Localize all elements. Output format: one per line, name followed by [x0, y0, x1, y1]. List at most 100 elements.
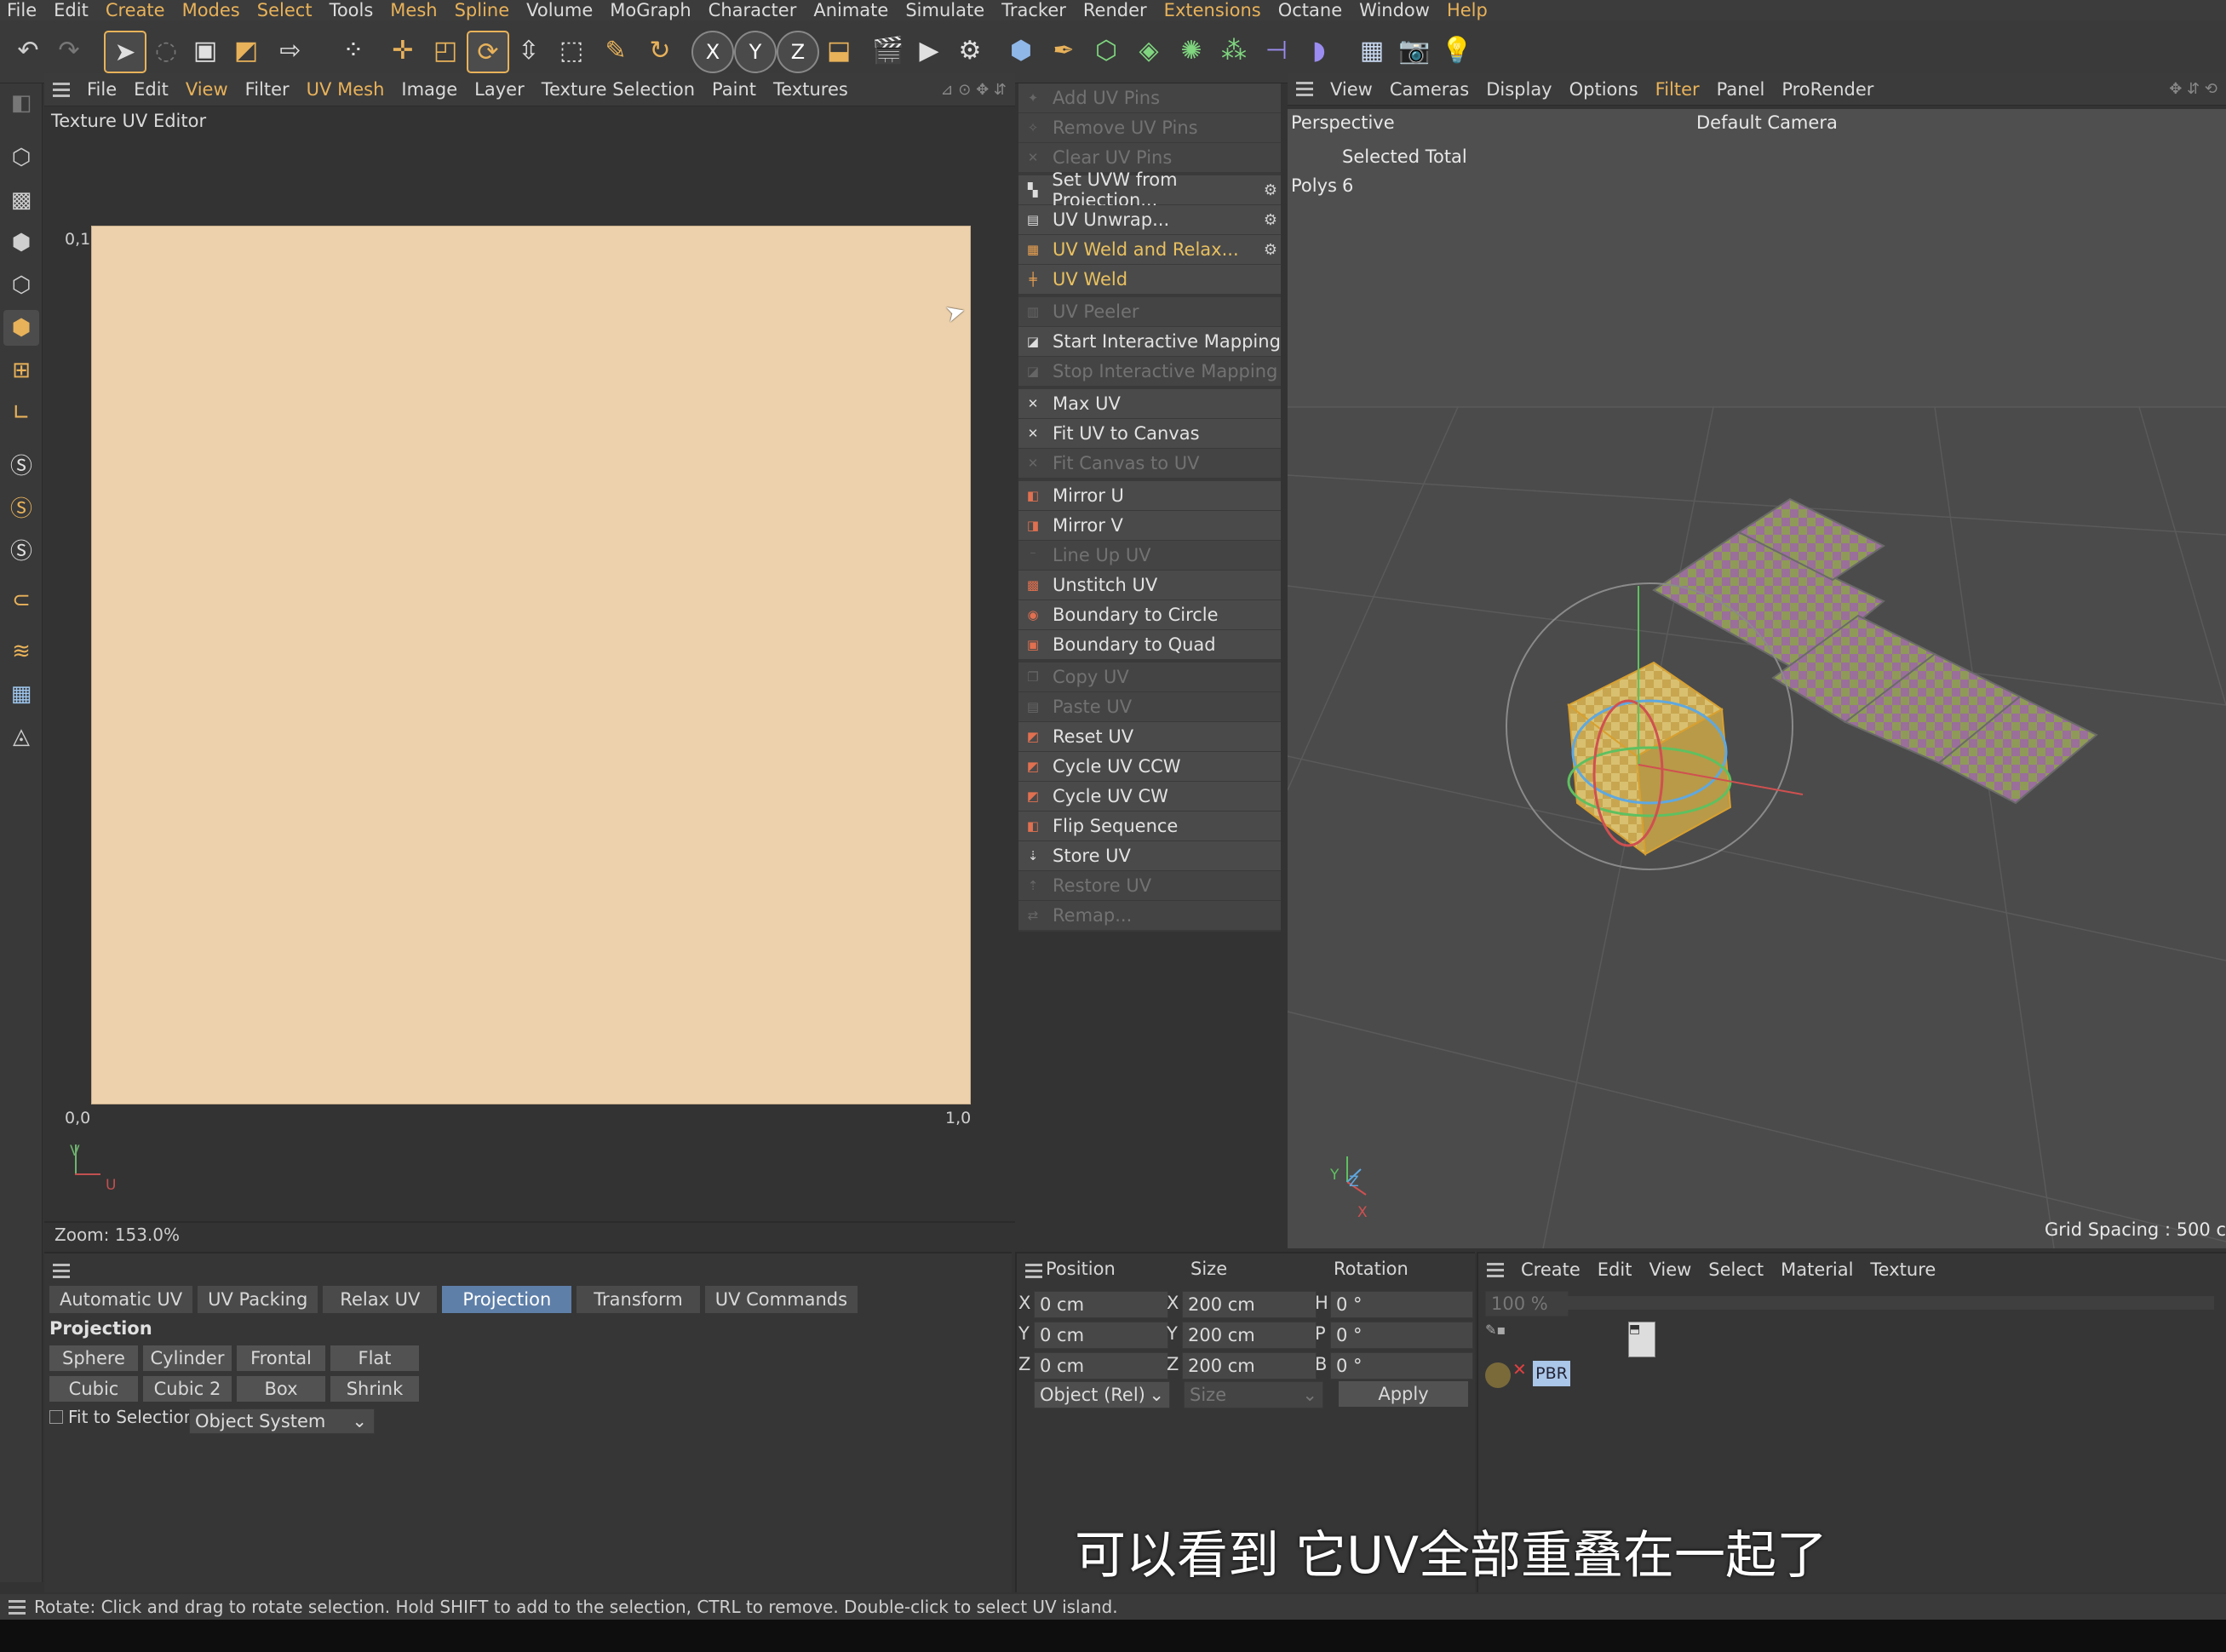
- x-axis-lock-icon[interactable]: X: [691, 31, 734, 73]
- uv-menu-textures[interactable]: Textures: [765, 79, 857, 100]
- edges-mode-icon[interactable]: ⬡: [3, 267, 39, 303]
- undo-icon[interactable]: ↶: [9, 31, 48, 70]
- sphere-button[interactable]: Sphere: [49, 1345, 138, 1371]
- vp-menu-panel[interactable]: Panel: [1708, 79, 1774, 100]
- cmd-boundary-to-circle[interactable]: ◉ Boundary to Circle: [1018, 600, 1281, 629]
- menu-extensions[interactable]: Extensions: [1157, 0, 1271, 20]
- uv-canvas[interactable]: [91, 226, 971, 1104]
- panel-menu-icon[interactable]: [1025, 1264, 1042, 1278]
- viewport-camera[interactable]: Default Camera: [1696, 112, 1838, 133]
- panel-menu-icon[interactable]: [1296, 82, 1313, 96]
- uv-menu-uv-mesh[interactable]: UV Mesh: [298, 79, 393, 100]
- settings-gear-icon[interactable]: ⚙: [1264, 241, 1277, 259]
- move-tool-icon[interactable]: ✛: [383, 31, 422, 70]
- cmd-uv-weld-and-relax[interactable]: ▦ UV Weld and Relax... ⚙: [1018, 235, 1281, 264]
- light-icon[interactable]: 💡: [1437, 31, 1477, 70]
- size-z-field[interactable]: 200 cm: [1182, 1352, 1317, 1380]
- locked-workplane-icon[interactable]: ▦: [3, 676, 39, 712]
- tab-transform[interactable]: Transform: [577, 1286, 700, 1313]
- cubic-button[interactable]: Cubic: [49, 1376, 138, 1402]
- selection-filter-icon[interactable]: ⇨: [271, 31, 310, 70]
- cmd-boundary-to-quad[interactable]: ▣ Boundary to Quad: [1018, 630, 1281, 659]
- uv-menu-edit[interactable]: Edit: [125, 79, 177, 100]
- cmd-line-up-uv[interactable]: ⁻ Line Up UV: [1018, 541, 1281, 570]
- cmd-uv-weld[interactable]: ╪ UV Weld: [1018, 265, 1281, 294]
- tab-uv-packing[interactable]: UV Packing: [198, 1286, 318, 1313]
- mat-menu-select[interactable]: Select: [1700, 1259, 1772, 1280]
- cmd-clear-uv-pins[interactable]: ✕ Clear UV Pins: [1018, 143, 1281, 172]
- panel-menu-icon[interactable]: [53, 82, 70, 97]
- polygons-mode-icon[interactable]: ⬢: [3, 310, 39, 346]
- cubic-2-button[interactable]: Cubic 2: [143, 1376, 232, 1402]
- lasso-selection-icon[interactable]: ◩: [227, 31, 266, 70]
- uv-menu-file[interactable]: File: [78, 79, 125, 100]
- cmd-cycle-uv-cw[interactable]: ◩ Cycle UV CW: [1018, 782, 1281, 811]
- live-selection-icon[interactable]: ◌: [146, 31, 186, 70]
- transform-tool-icon[interactable]: ⬚: [552, 31, 591, 70]
- solo-single-icon[interactable]: Ⓢ: [3, 489, 39, 525]
- cmd-stop-interactive-mapping[interactable]: ◪ Stop Interactive Mapping: [1018, 357, 1281, 386]
- fit-to-selection-checkbox[interactable]: [49, 1410, 63, 1424]
- rect-selection-icon[interactable]: ▣: [186, 31, 225, 70]
- menu-mesh[interactable]: Mesh: [383, 0, 447, 20]
- field-icon[interactable]: ◗: [1299, 31, 1339, 70]
- 3d-viewport[interactable]: Perspective Default Camera Selected Tota…: [1288, 109, 2226, 1248]
- panel-menu-icon[interactable]: [1487, 1262, 1504, 1277]
- box-button[interactable]: Box: [237, 1376, 325, 1402]
- settings-gear-icon[interactable]: ⚙: [1264, 181, 1277, 199]
- scale-tool-icon[interactable]: ◰: [426, 31, 465, 70]
- cmd-uv-peeler[interactable]: ▥ UV Peeler: [1018, 297, 1281, 326]
- cmd-fit-uv-to-canvas[interactable]: ✕ Fit UV to Canvas: [1018, 419, 1281, 448]
- axis-tool-icon[interactable]: ⇳: [509, 31, 548, 70]
- make-editable-icon[interactable]: ◧: [3, 85, 39, 121]
- snap-magnet-icon[interactable]: ⊂: [3, 582, 39, 618]
- model-mode-icon[interactable]: ⬡: [3, 140, 39, 175]
- position-z-field[interactable]: 0 cm: [1034, 1352, 1168, 1380]
- pen-spline-icon[interactable]: ✒: [1044, 31, 1083, 70]
- cmd-uv-unwrap[interactable]: ▤ UV Unwrap... ⚙: [1018, 205, 1281, 234]
- menu-select[interactable]: Select: [250, 0, 323, 20]
- rotate-tool-icon[interactable]: ⟳: [467, 31, 509, 73]
- menu-file[interactable]: File: [0, 0, 47, 20]
- tab-automatic-uv[interactable]: Automatic UV: [49, 1286, 193, 1313]
- cmd-remap[interactable]: ⇄ Remap...: [1018, 901, 1281, 930]
- cmd-store-uv[interactable]: ⇣ Store UV: [1018, 841, 1281, 870]
- cube-primitive-icon[interactable]: ⬢: [1001, 31, 1041, 70]
- uv-menu-paint[interactable]: Paint: [703, 79, 765, 100]
- tab-relax-uv[interactable]: Relax UV: [323, 1286, 438, 1313]
- settings-gear-icon[interactable]: ⚙: [1264, 211, 1277, 229]
- cmd-paste-uv[interactable]: ▤ Paste UV: [1018, 692, 1281, 721]
- uv-menu-filter[interactable]: Filter: [237, 79, 298, 100]
- mat-menu-create[interactable]: Create: [1512, 1259, 1589, 1280]
- z-axis-lock-icon[interactable]: Z: [777, 31, 819, 73]
- enable-axis-icon[interactable]: ∟: [3, 395, 39, 431]
- projection-system-select[interactable]: Object System ⌄: [189, 1408, 375, 1434]
- rotation-b-field[interactable]: 0 °: [1330, 1352, 1473, 1380]
- uv-menu-layer[interactable]: Layer: [466, 79, 533, 100]
- frontal-button[interactable]: Frontal: [237, 1345, 325, 1371]
- cloner-icon[interactable]: ⁂: [1214, 31, 1254, 70]
- render-picture-viewer-icon[interactable]: ▶: [909, 31, 949, 70]
- material-zoom-slider[interactable]: [1567, 1296, 2214, 1310]
- cmd-mirror-u[interactable]: ◧ Mirror U: [1018, 481, 1281, 510]
- layer-icon[interactable]: ✎▪: [1485, 1322, 1506, 1338]
- camera-icon[interactable]: 📷: [1395, 31, 1434, 70]
- panel-menu-icon[interactable]: [53, 1264, 70, 1278]
- points-mode-icon[interactable]: ⬢: [3, 225, 39, 261]
- cmd-cycle-uv-ccw[interactable]: ◩ Cycle UV CCW: [1018, 752, 1281, 781]
- panel-layout-icon[interactable]: ⊿ ⊙ ✥ ⇵: [932, 81, 1016, 99]
- cylinder-button[interactable]: Cylinder: [143, 1345, 232, 1371]
- size-x-field[interactable]: 200 cm: [1182, 1291, 1317, 1318]
- material-pbr-label[interactable]: PBR: [1533, 1361, 1570, 1386]
- size-y-field[interactable]: 200 cm: [1182, 1322, 1317, 1349]
- render-view-icon[interactable]: 🎬: [869, 31, 908, 70]
- menu-edit[interactable]: Edit: [47, 0, 99, 20]
- apply-button[interactable]: Apply: [1339, 1381, 1468, 1407]
- redo-icon[interactable]: ↷: [49, 31, 89, 70]
- pointer-tool-icon[interactable]: ➤: [104, 31, 146, 73]
- vp-menu-filter[interactable]: Filter: [1647, 79, 1708, 100]
- cmd-max-uv[interactable]: ✕ Max UV: [1018, 389, 1281, 418]
- menu-create[interactable]: Create: [99, 0, 175, 20]
- mat-menu-texture[interactable]: Texture: [1862, 1259, 1944, 1280]
- size-mode-select[interactable]: Size ⌄: [1184, 1381, 1323, 1408]
